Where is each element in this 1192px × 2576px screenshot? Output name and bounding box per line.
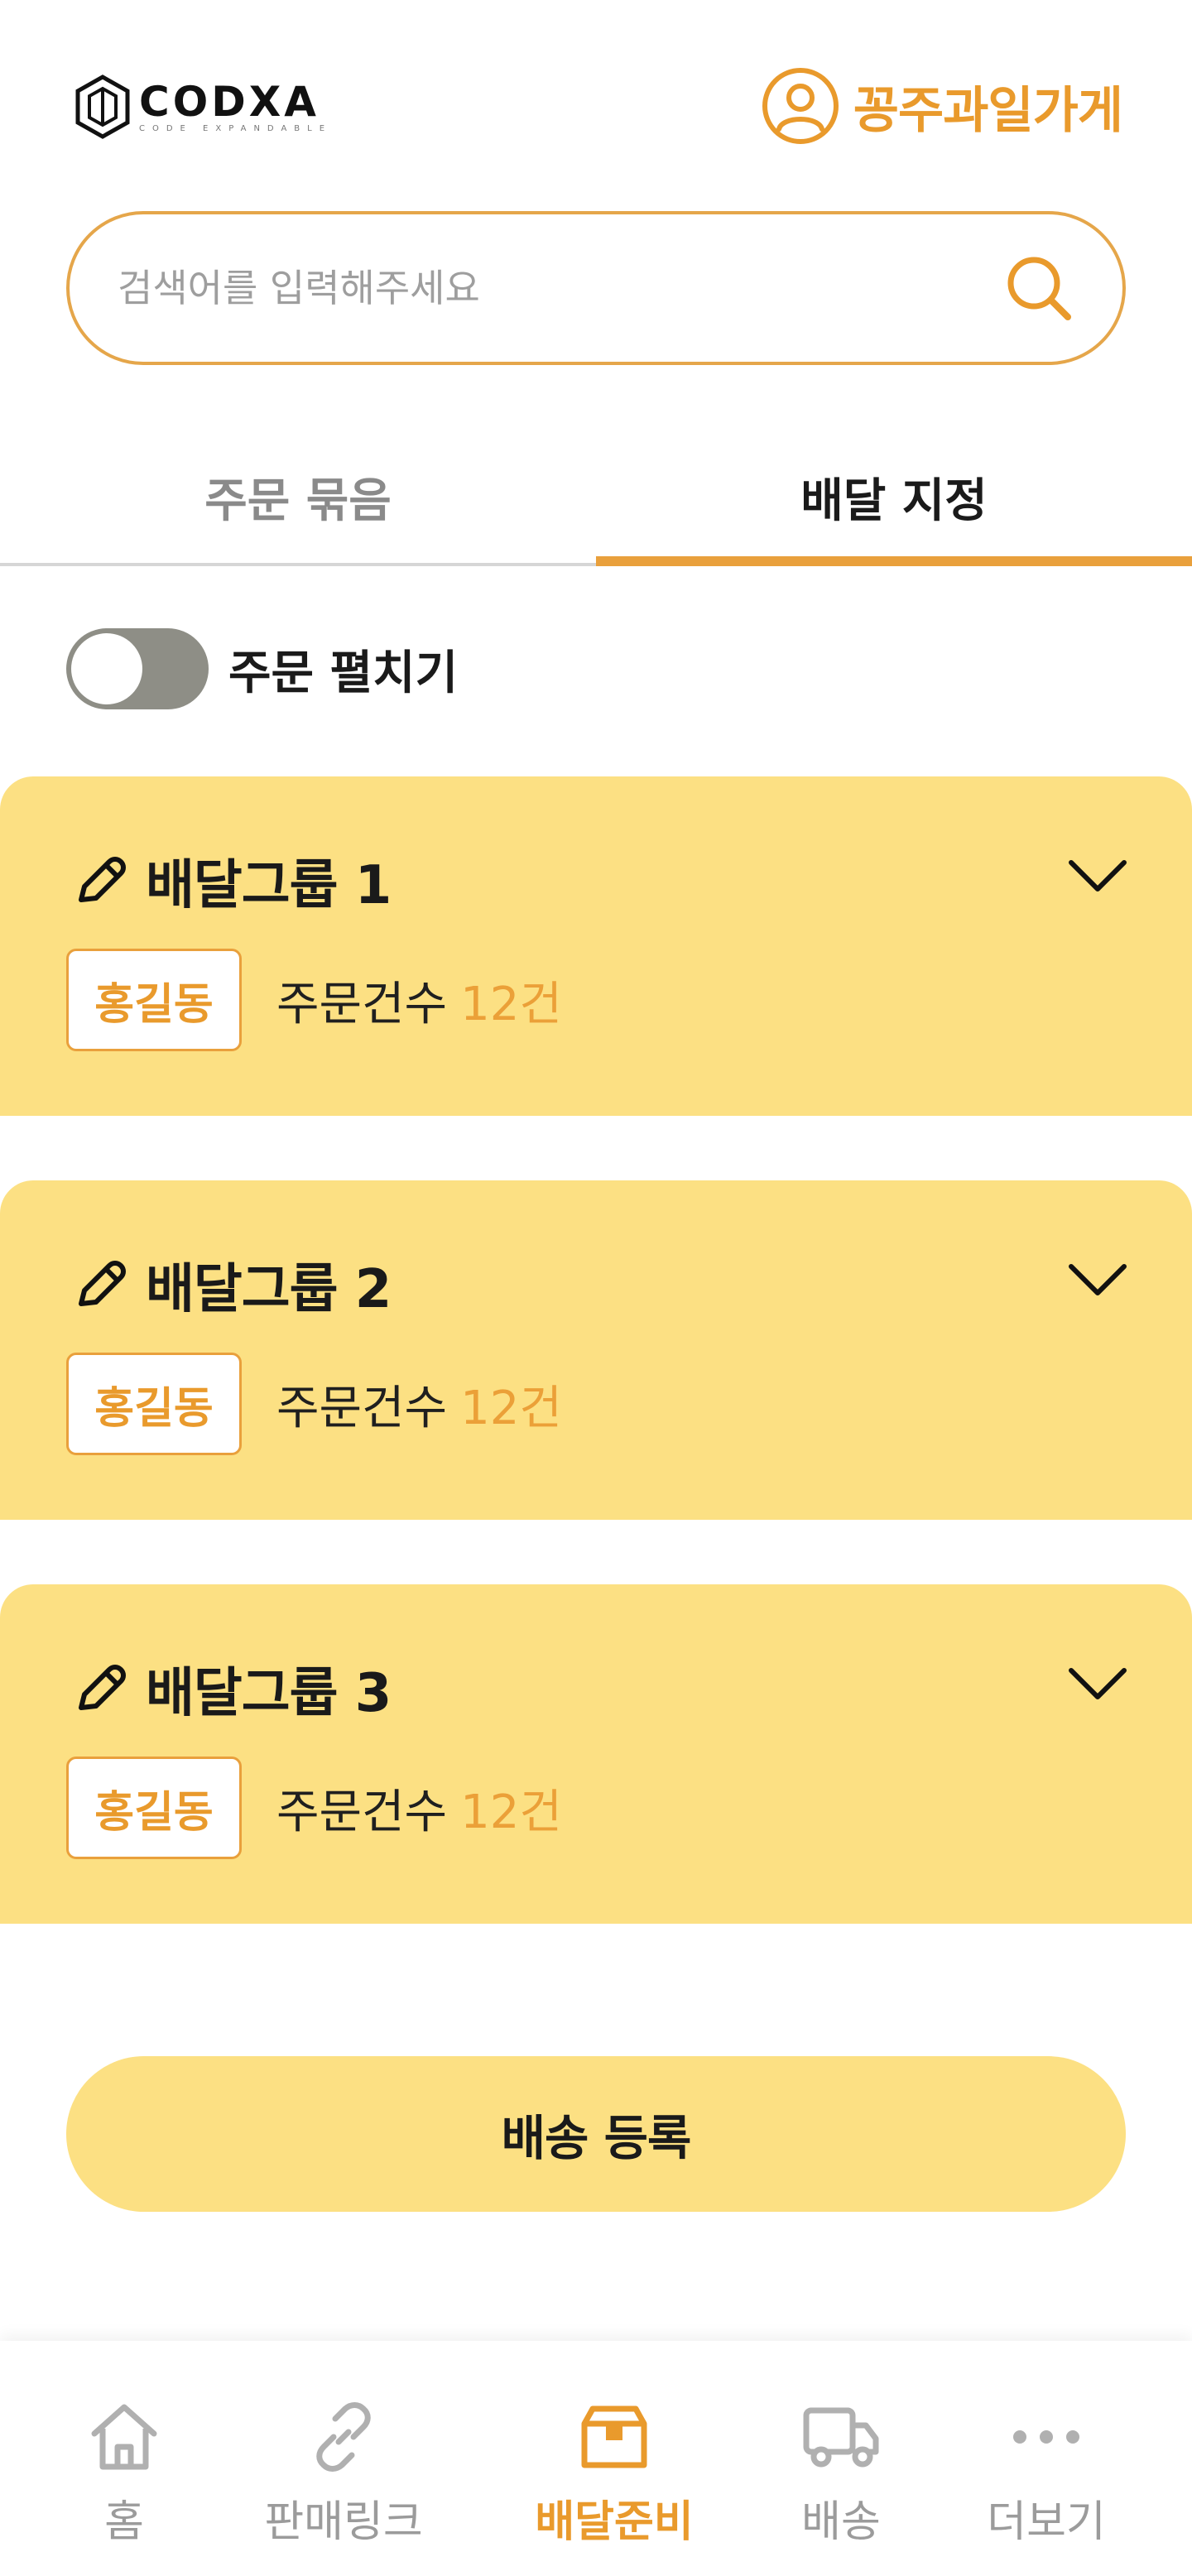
driver-tag[interactable]: 홍길동: [66, 949, 242, 1051]
bottom-navigation: 홈 판매링크 배달준비 배송 더보기: [0, 2341, 1192, 2576]
expand-orders-row: 주문 펼치기: [66, 627, 458, 710]
nav-item-shipping[interactable]: 배송: [798, 2396, 884, 2549]
nav-label: 배달준비: [535, 2497, 694, 2547]
pencil-icon[interactable]: [71, 852, 129, 910]
order-count-value: 12건: [460, 1785, 562, 1839]
expand-orders-toggle[interactable]: [66, 628, 209, 709]
driver-tag[interactable]: 홍길동: [66, 1353, 242, 1455]
home-icon: [91, 2404, 157, 2470]
delivery-group-card[interactable]: 배달그룹 1 홍길동 주문건수 12건: [0, 776, 1192, 1116]
nav-label: 더보기: [987, 2497, 1106, 2547]
order-count-label: 주문건수: [276, 977, 448, 1031]
order-count-label: 주문건수: [276, 1381, 448, 1435]
delivery-group-card[interactable]: 배달그룹 2 홍길동 주문건수 12건: [0, 1180, 1192, 1520]
user-icon: [762, 68, 839, 144]
nav-label: 홈: [104, 2497, 144, 2547]
tab-delivery-assign[interactable]: 배달 지정: [596, 430, 1192, 566]
nav-label: 판매링크: [264, 2497, 423, 2547]
nav-label: 배송: [801, 2497, 881, 2547]
delivery-group-card[interactable]: 배달그룹 3 홍길동 주문건수 12건: [0, 1584, 1192, 1924]
order-count-value: 12건: [460, 1381, 562, 1435]
codxa-logo-icon: [75, 74, 130, 139]
store-profile[interactable]: 꽁주과일가게: [761, 66, 1123, 146]
pencil-icon[interactable]: [71, 1660, 129, 1718]
register-delivery-button[interactable]: 배송 등록: [66, 2056, 1126, 2212]
order-count-value: 12건: [460, 977, 562, 1031]
box-icon: [581, 2405, 647, 2468]
nav-item-sales-link[interactable]: 판매링크: [257, 2396, 430, 2549]
truck-icon: [803, 2407, 879, 2468]
driver-tag[interactable]: 홍길동: [66, 1757, 242, 1859]
logo-subtext: CODE EXPANDABLE: [139, 123, 333, 133]
logo-text: CODXA: [139, 77, 320, 126]
tab-order-bundle[interactable]: 주문 묶음: [0, 430, 596, 563]
toggle-label: 주문 펼치기: [228, 646, 459, 700]
link-icon: [316, 2402, 371, 2472]
chevron-down-icon[interactable]: [1066, 856, 1129, 896]
codxa-logo[interactable]: CODXA CODE EXPANDABLE: [73, 71, 332, 142]
group-title: 배달그룹 1: [146, 855, 392, 916]
more-icon: [1013, 2430, 1079, 2444]
nav-item-delivery-prep[interactable]: 배달준비: [528, 2396, 700, 2549]
store-name: 꽁주과일가게: [853, 81, 1123, 140]
app-header: CODXA CODE EXPANDABLE 꽁주과일가게: [0, 0, 1192, 199]
group-title: 배달그룹 2: [146, 1259, 392, 1320]
chevron-down-icon[interactable]: [1066, 1664, 1129, 1704]
toggle-knob: [71, 633, 142, 704]
search-icon[interactable]: [1003, 252, 1074, 324]
group-title: 배달그룹 3: [146, 1663, 392, 1724]
nav-item-more[interactable]: 더보기: [982, 2396, 1111, 2549]
order-count-label: 주문건수: [276, 1785, 448, 1839]
pencil-icon[interactable]: [71, 1256, 129, 1314]
tab-bar: 주문 묶음 배달 지정: [0, 430, 1192, 566]
chevron-down-icon[interactable]: [1066, 1260, 1129, 1300]
nav-item-home[interactable]: 홈: [81, 2396, 167, 2549]
search-input[interactable]: [118, 266, 1003, 310]
search-bar: [66, 211, 1126, 365]
